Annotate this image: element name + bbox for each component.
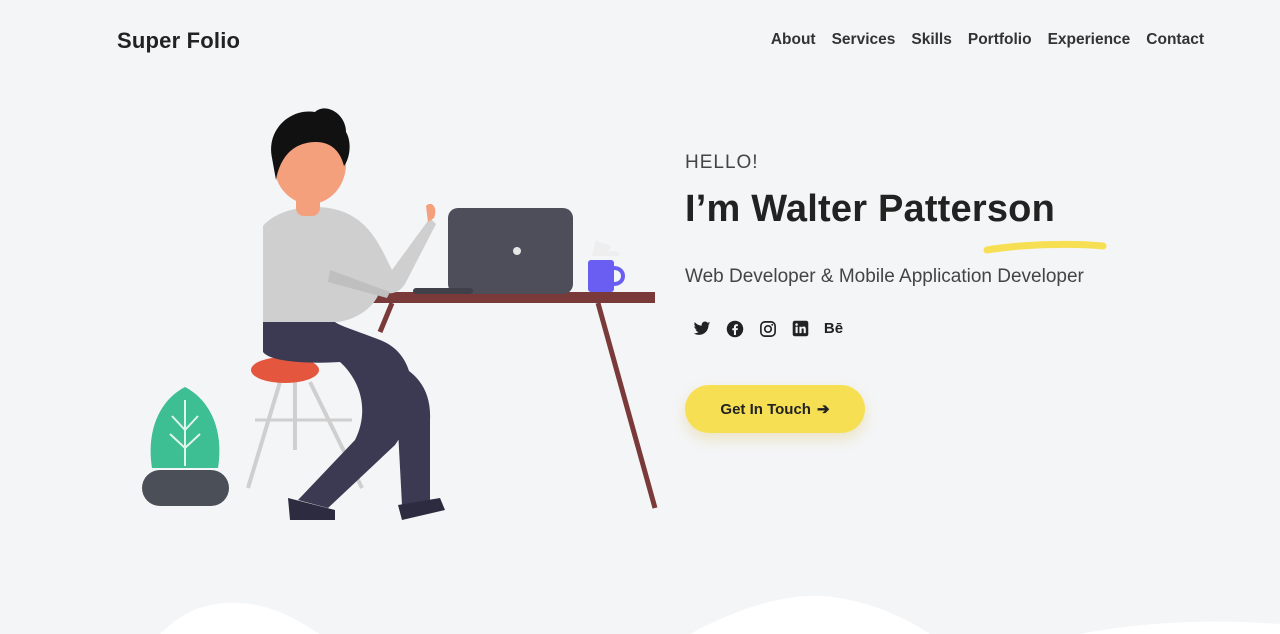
nav-link-skills[interactable]: Skills bbox=[911, 31, 952, 49]
main-nav: About Services Skills Portfolio Experien… bbox=[771, 31, 1204, 49]
mug-illustration bbox=[588, 240, 625, 292]
navbar: Super Folio About Services Skills Portfo… bbox=[0, 0, 1280, 80]
brand-logo[interactable]: Super Folio bbox=[117, 28, 240, 54]
laptop-illustration bbox=[413, 208, 573, 294]
bottom-wave-decoration bbox=[160, 595, 1280, 634]
nav-link-services[interactable]: Services bbox=[832, 31, 896, 49]
hero-name-wrap: I’m Walter Patterson bbox=[685, 188, 1205, 254]
arrow-right-icon: ➔ bbox=[816, 401, 830, 418]
get-in-touch-button[interactable]: Get In Touch ➔ bbox=[685, 385, 865, 433]
nav-link-about[interactable]: About bbox=[771, 31, 816, 49]
social-links: Bē bbox=[691, 318, 1205, 339]
nav-link-experience[interactable]: Experience bbox=[1048, 31, 1131, 49]
hero-greeting: HELLO! bbox=[685, 152, 759, 173]
nav-link-portfolio[interactable]: Portfolio bbox=[968, 31, 1032, 49]
hero-tagline: Web Developer & Mobile Application Devel… bbox=[685, 266, 1084, 287]
behance-icon[interactable]: Bē bbox=[823, 318, 844, 339]
nav-link-contact[interactable]: Contact bbox=[1146, 31, 1204, 49]
twitter-icon[interactable] bbox=[691, 318, 712, 339]
hero-name: I’m Walter Patterson bbox=[685, 188, 1056, 230]
facebook-icon[interactable] bbox=[724, 318, 745, 339]
person-illustration bbox=[263, 108, 445, 520]
plant-illustration bbox=[142, 387, 229, 506]
linkedin-icon[interactable] bbox=[790, 318, 811, 339]
cta-label: Get In Touch bbox=[720, 400, 811, 418]
instagram-icon[interactable] bbox=[757, 318, 778, 339]
developer-illustration bbox=[142, 108, 658, 520]
hero-section: HELLO! I’m Walter Patterson Web Develope… bbox=[685, 152, 1205, 433]
behance-label: Bē bbox=[823, 320, 844, 337]
name-underline-decoration bbox=[983, 240, 1107, 254]
